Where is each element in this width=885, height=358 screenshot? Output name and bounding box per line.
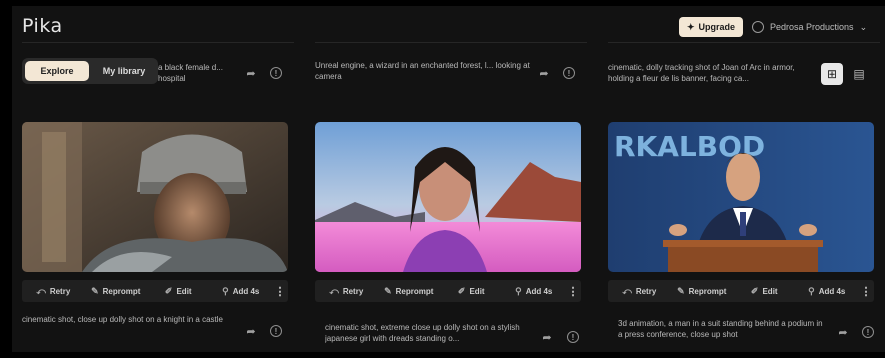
add4s-button[interactable]: ⚲ Add 4s: [796, 280, 859, 302]
divider: [608, 42, 880, 43]
add4s-button[interactable]: ⚲ Add 4s: [503, 280, 566, 302]
info-icon[interactable]: !: [563, 67, 575, 79]
more-button[interactable]: ⋮: [272, 280, 288, 302]
share-icon[interactable]: ➦: [836, 325, 850, 339]
info-icon[interactable]: !: [567, 331, 579, 343]
retry-button[interactable]: ⤺ Retry: [608, 280, 671, 302]
card-bottom-prompt: cinematic shot, extreme close up dolly s…: [325, 323, 520, 343]
add4s-icon: ⚲: [515, 285, 522, 296]
sparkle-icon: ✦: [686, 21, 695, 32]
card-actions-toolbar: ⤺ Retry ✎ Reprompt ✐ Edit ⚲ Add 4s ⋮: [608, 280, 874, 302]
knight-thumbnail-image: [22, 122, 288, 272]
retry-label: Retry: [635, 286, 657, 296]
add4s-button[interactable]: ⚲ Add 4s: [210, 280, 273, 302]
edit-button[interactable]: ✐ Edit: [147, 280, 210, 302]
reprompt-icon: ✎: [91, 285, 99, 296]
share-icon[interactable]: ➦: [244, 66, 258, 80]
speaker-thumbnail-image: RKALBOD: [608, 122, 874, 272]
explore-library-toggle: Explore My library: [22, 58, 158, 84]
tab-explore[interactable]: Explore: [25, 61, 89, 81]
pika-logo[interactable]: Pika: [22, 15, 63, 37]
card-actions-toolbar: ⤺ Retry ✎ Reprompt ✐ Edit ⚲ Add 4s ⋮: [315, 280, 581, 302]
edit-button[interactable]: ✐ Edit: [733, 280, 796, 302]
info-icon[interactable]: !: [270, 325, 282, 337]
tab-my-library[interactable]: My library: [92, 61, 156, 81]
grid-view-button[interactable]: ⊞: [821, 63, 843, 85]
retry-button[interactable]: ⤺ Retry: [22, 280, 85, 302]
reprompt-button[interactable]: ✎ Reprompt: [671, 280, 734, 302]
user-menu[interactable]: Pedrosa Productions ⌄: [752, 18, 867, 36]
retry-label: Retry: [49, 286, 71, 296]
reprompt-label: Reprompt: [688, 286, 727, 296]
edit-icon: ✐: [750, 285, 759, 296]
user-avatar-icon: [752, 21, 764, 33]
grid-icon: ⊞: [826, 67, 838, 81]
card-bottom-prompt: cinematic shot, close up dolly shot on a…: [22, 315, 223, 324]
edit-label: Edit: [176, 286, 192, 296]
add4s-label: Add 4s: [232, 286, 260, 296]
edit-button[interactable]: ✐ Edit: [440, 280, 503, 302]
reprompt-icon: ✎: [384, 285, 392, 296]
card-actions-toolbar: ⤺ Retry ✎ Reprompt ✐ Edit ⚲ Add 4s ⋮: [22, 280, 288, 302]
share-icon[interactable]: ➦: [540, 330, 554, 344]
info-icon[interactable]: !: [862, 326, 874, 338]
add4s-icon: ⚲: [222, 285, 229, 296]
card-top-prompt: cinematic, dolly tracking shot of Joan o…: [608, 63, 795, 83]
divider: [315, 42, 587, 43]
video-thumbnail[interactable]: [22, 122, 288, 272]
divider: [22, 42, 294, 43]
top-bar: Pika ✦ Upgrade Pedrosa Productions ⌄: [12, 6, 885, 42]
retry-icon: ⤺: [622, 285, 632, 296]
reprompt-button[interactable]: ✎ Reprompt: [378, 280, 441, 302]
retry-icon: ⤺: [329, 285, 339, 296]
app-window: Pika ✦ Upgrade Pedrosa Productions ⌄ a b…: [12, 6, 885, 352]
add4s-label: Add 4s: [818, 286, 846, 296]
add4s-icon: ⚲: [808, 285, 815, 296]
edit-label: Edit: [469, 286, 485, 296]
card-bottom-prompt: 3d animation, a man in a suit standing b…: [618, 319, 823, 339]
upgrade-label: Upgrade: [698, 22, 736, 32]
reprompt-button[interactable]: ✎ Reprompt: [85, 280, 148, 302]
add4s-label: Add 4s: [525, 286, 553, 296]
share-icon[interactable]: ➦: [537, 66, 551, 80]
reprompt-label: Reprompt: [102, 286, 141, 296]
reprompt-label: Reprompt: [395, 286, 434, 296]
retry-icon: ⤺: [36, 285, 46, 296]
edit-icon: ✐: [457, 285, 466, 296]
share-icon[interactable]: ➦: [244, 324, 258, 338]
video-thumbnail[interactable]: RKALBOD: [608, 122, 874, 272]
upgrade-button[interactable]: ✦ Upgrade: [679, 17, 743, 37]
chevron-down-icon: ⌄: [859, 21, 868, 32]
user-name: Pedrosa Productions: [770, 22, 854, 32]
list-view-button[interactable]: ▤: [848, 63, 870, 85]
edit-label: Edit: [762, 286, 778, 296]
more-button[interactable]: ⋮: [858, 280, 874, 302]
list-icon: ▤: [853, 67, 865, 81]
video-thumbnail[interactable]: [315, 122, 581, 272]
info-icon[interactable]: !: [270, 67, 282, 79]
retry-label: Retry: [342, 286, 364, 296]
edit-icon: ✐: [164, 285, 173, 296]
card-top-prompt: a black female d... hospital: [158, 63, 223, 83]
more-button[interactable]: ⋮: [565, 280, 581, 302]
girl-thumbnail-image: [315, 122, 581, 272]
card-top-prompt: Unreal engine, a wizard in an enchanted …: [315, 61, 530, 81]
reprompt-icon: ✎: [677, 285, 685, 296]
retry-button[interactable]: ⤺ Retry: [315, 280, 378, 302]
